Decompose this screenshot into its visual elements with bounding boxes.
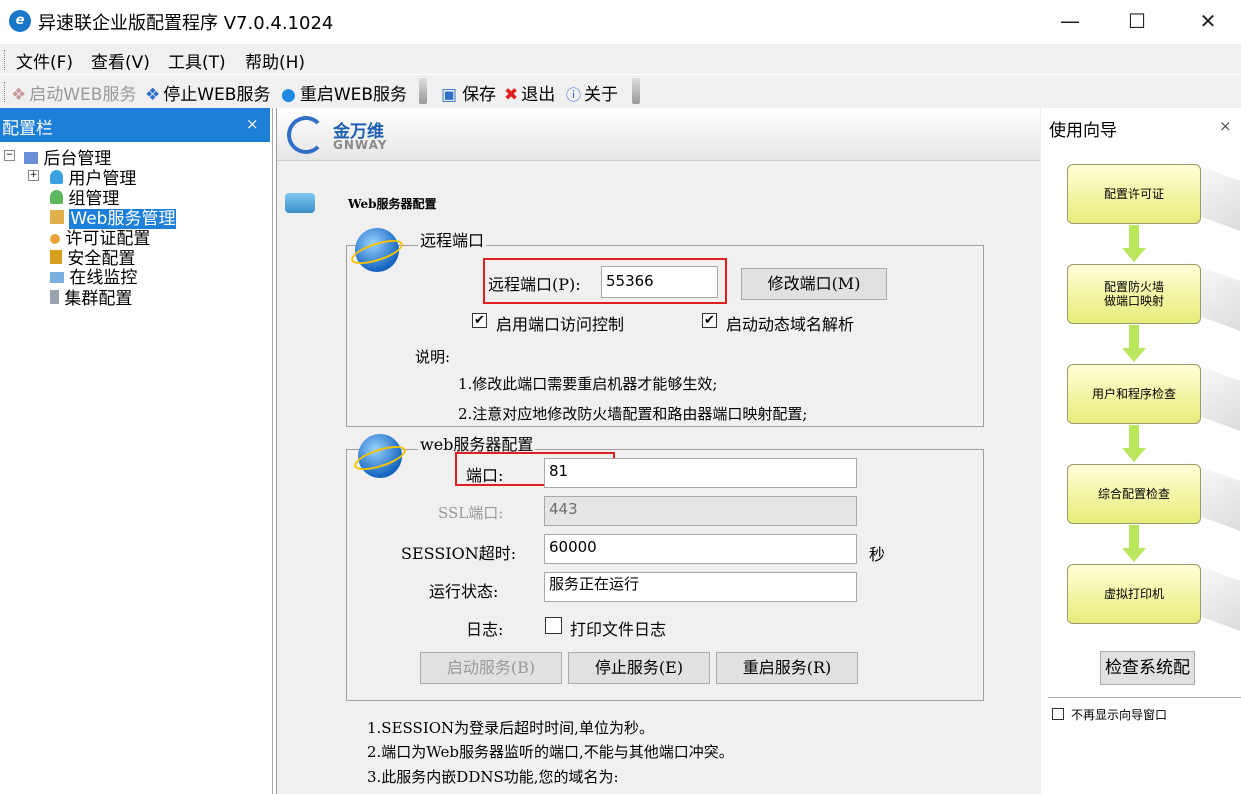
wizard-arrow-icon — [1129, 325, 1139, 349]
restart-service-button[interactable]: 重启服务(R) — [716, 652, 858, 684]
run-status-value: 服务正在运行 — [544, 572, 857, 602]
about-button[interactable]: ⓘ 关于 — [566, 80, 618, 105]
wizard-step-firewall[interactable]: 配置防火墙 做端口映射 — [1067, 264, 1201, 324]
remote-port-label: 远程端口(P): — [488, 275, 581, 294]
toolbar-grip — [4, 82, 7, 102]
user-icon — [50, 170, 63, 184]
save-button[interactable]: ▣ 保存 — [441, 80, 496, 105]
wizard-step-user-check[interactable]: 用户和程序检查 — [1067, 364, 1201, 424]
brand-banner — [277, 108, 1040, 161]
wizard-arrow-head-icon — [1122, 348, 1146, 362]
close-icon[interactable]: × — [246, 115, 259, 133]
maximize-button[interactable]: ☐ — [1107, 0, 1167, 42]
config-sidebar-title: 配置栏 — [2, 119, 53, 139]
close-window-button[interactable]: ✕ — [1178, 0, 1238, 42]
server-icon — [50, 290, 59, 304]
exit-button[interactable]: ✖ 退出 — [504, 80, 555, 105]
restart-web-button[interactable]: ● 重启WEB服务 — [281, 80, 407, 105]
window-title: 异速联企业版配置程序 V7.0.4.1024 — [38, 13, 334, 34]
session-timeout-input[interactable]: 60000 — [544, 534, 857, 564]
wizard-step-printer[interactable]: 虚拟打印机 — [1067, 564, 1201, 624]
wizard-arrow-icon — [1129, 525, 1139, 549]
app-logo-icon: e — [9, 10, 31, 32]
stop-web-button[interactable]: ❖ 停止WEB服务 — [145, 80, 270, 105]
ddns-label: 启动动态域名解析 — [726, 315, 855, 334]
no-show-wizard-label: 不再显示向导窗口 — [1071, 708, 1168, 722]
note-line-2: 2.注意对应地修改防火墙配置和路由器端口映射配置; — [458, 405, 808, 423]
wizard-arrow-head-icon — [1122, 248, 1146, 262]
lock-icon — [50, 250, 62, 264]
menu-view[interactable]: 查看(V) — [91, 48, 150, 73]
note-title: 说明: — [415, 348, 451, 366]
page-heading: Web服务器配置 — [348, 197, 437, 211]
menu-file[interactable]: 文件(F) — [16, 48, 73, 73]
footer-note-3: 3.此服务内嵌DDNS功能,您的域名为: — [367, 768, 619, 786]
stop-web-icon: ❖ — [145, 85, 161, 105]
gnway-logo-icon — [287, 116, 325, 154]
network-icon — [24, 152, 38, 164]
web-service-icon — [50, 210, 64, 224]
floppy-disk-icon: ▣ — [441, 85, 458, 105]
footer-note-1: 1.SESSION为登录后超时时间,单位为秒。 — [367, 719, 654, 737]
wizard-step-config-check[interactable]: 综合配置检查 — [1067, 464, 1201, 524]
toolbar-overflow-handle-2[interactable] — [632, 78, 640, 104]
check-system-button[interactable]: 检查系统配 — [1100, 651, 1195, 685]
web-server-config-icon — [285, 193, 315, 213]
stop-service-button[interactable]: 停止服务(E) — [568, 652, 710, 684]
web-port-input[interactable]: 81 — [544, 458, 857, 488]
group-icon — [50, 190, 63, 204]
menu-help[interactable]: 帮助(H) — [245, 48, 305, 73]
config-sidebar-header: 配置栏 × — [0, 108, 270, 142]
expand-toggle-icon[interactable]: + — [28, 170, 39, 181]
menu-tools[interactable]: 工具(T) — [168, 48, 226, 73]
remote-port-group-title: 远程端口 — [418, 227, 487, 251]
menu-grip — [4, 50, 7, 70]
wizard-close-icon[interactable]: × — [1219, 117, 1232, 135]
port-access-control-label: 启用端口访问控制 — [496, 315, 625, 334]
exit-x-icon: ✖ — [504, 85, 519, 105]
web-port-label: 端口: — [466, 466, 504, 485]
run-status-label: 运行状态: — [429, 582, 499, 601]
brand-name-en: GNWAY — [333, 138, 388, 152]
ssl-port-input[interactable]: 443 — [544, 496, 857, 526]
footer-note-2: 2.端口为Web服务器监听的端口,不能与其他端口冲突。 — [367, 743, 734, 761]
wizard-arrow-icon — [1129, 225, 1139, 249]
ssl-port-label: SSL端口: — [438, 504, 504, 522]
restart-web-icon: ● — [281, 85, 296, 105]
start-web-button[interactable]: ❖ 启动WEB服务 — [11, 80, 136, 105]
collapse-toggle-icon[interactable]: − — [4, 150, 15, 161]
start-service-button[interactable]: 启动服务(B) — [420, 652, 562, 684]
no-show-wizard-checkbox[interactable] — [1052, 708, 1064, 720]
minimize-button[interactable]: — — [1040, 0, 1100, 42]
key-icon — [50, 234, 60, 244]
wizard-divider — [1048, 697, 1241, 698]
note-line-1: 1.修改此端口需要重启机器才能够生效; — [458, 375, 718, 393]
session-unit: 秒 — [869, 545, 886, 564]
tree-item-cluster[interactable]: 集群配置 — [50, 284, 132, 309]
wizard-arrow-icon — [1129, 425, 1139, 449]
modify-port-button[interactable]: 修改端口(M) — [741, 268, 887, 300]
print-log-label: 打印文件日志 — [570, 620, 667, 639]
wizard-arrow-head-icon — [1122, 448, 1146, 462]
print-log-checkbox[interactable] — [545, 617, 562, 634]
monitor-icon — [50, 272, 64, 283]
port-access-control-checkbox[interactable]: ✔ — [472, 313, 487, 328]
wizard-arrow-head-icon — [1122, 548, 1146, 562]
wizard-step-license[interactable]: 配置许可证 — [1067, 164, 1201, 224]
remote-port-input[interactable]: 55366 — [601, 266, 718, 298]
start-web-icon: ❖ — [11, 85, 27, 105]
log-label: 日志: — [466, 620, 504, 639]
session-timeout-label: SESSION超时: — [401, 544, 517, 563]
ddns-checkbox[interactable]: ✔ — [702, 313, 717, 328]
toolbar-overflow-handle[interactable] — [419, 78, 427, 104]
help-circle-icon: ⓘ — [566, 86, 582, 104]
wizard-title: 使用向导 — [1049, 121, 1117, 141]
